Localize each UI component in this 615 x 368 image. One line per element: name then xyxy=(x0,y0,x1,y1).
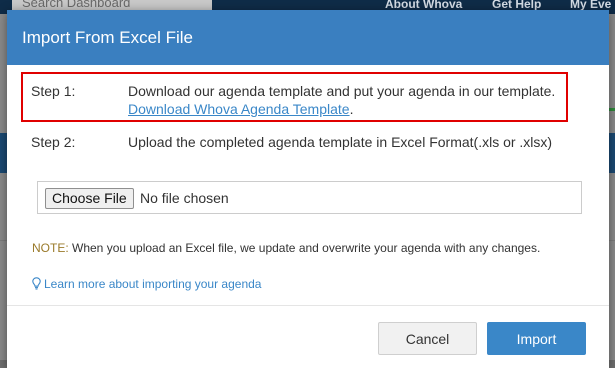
step1-text: Download our agenda template and put you… xyxy=(128,83,556,99)
file-input: Choose File No file chosen xyxy=(37,181,582,214)
step1-link-suffix: . xyxy=(349,101,354,117)
import-excel-dialog: Import From Excel File Step 1: Download … xyxy=(7,10,609,368)
learn-more-link[interactable]: Learn more about importing your agenda xyxy=(32,277,261,291)
step2-label: Step 2: xyxy=(31,134,76,150)
step2-text: Upload the completed agenda template in … xyxy=(128,134,553,150)
note: NOTE: When you upload an Excel file, we … xyxy=(32,239,552,258)
download-template-link[interactable]: Download Whova Agenda Template xyxy=(128,101,350,117)
step1-label: Step 1: xyxy=(31,83,76,99)
note-prefix: NOTE: xyxy=(32,241,69,255)
step1-link-line: Download Whova Agenda Template. xyxy=(128,100,598,118)
dialog-title: Import From Excel File xyxy=(22,28,193,47)
note-text: When you upload an Excel file, we update… xyxy=(68,241,541,255)
choose-file-button[interactable]: Choose File xyxy=(45,188,134,209)
cancel-button[interactable]: Cancel xyxy=(378,322,477,355)
dialog-body: Step 1: Download our agenda template and… xyxy=(7,65,609,306)
lightbulb-icon xyxy=(32,277,41,290)
file-status: No file chosen xyxy=(140,190,229,206)
dialog-footer: Cancel Import xyxy=(7,306,609,368)
step1-content: Download our agenda template and put you… xyxy=(128,82,598,118)
learn-more-text: Learn more about importing your agenda xyxy=(44,277,262,291)
dialog-header: Import From Excel File xyxy=(7,10,609,65)
import-button[interactable]: Import xyxy=(487,322,586,355)
